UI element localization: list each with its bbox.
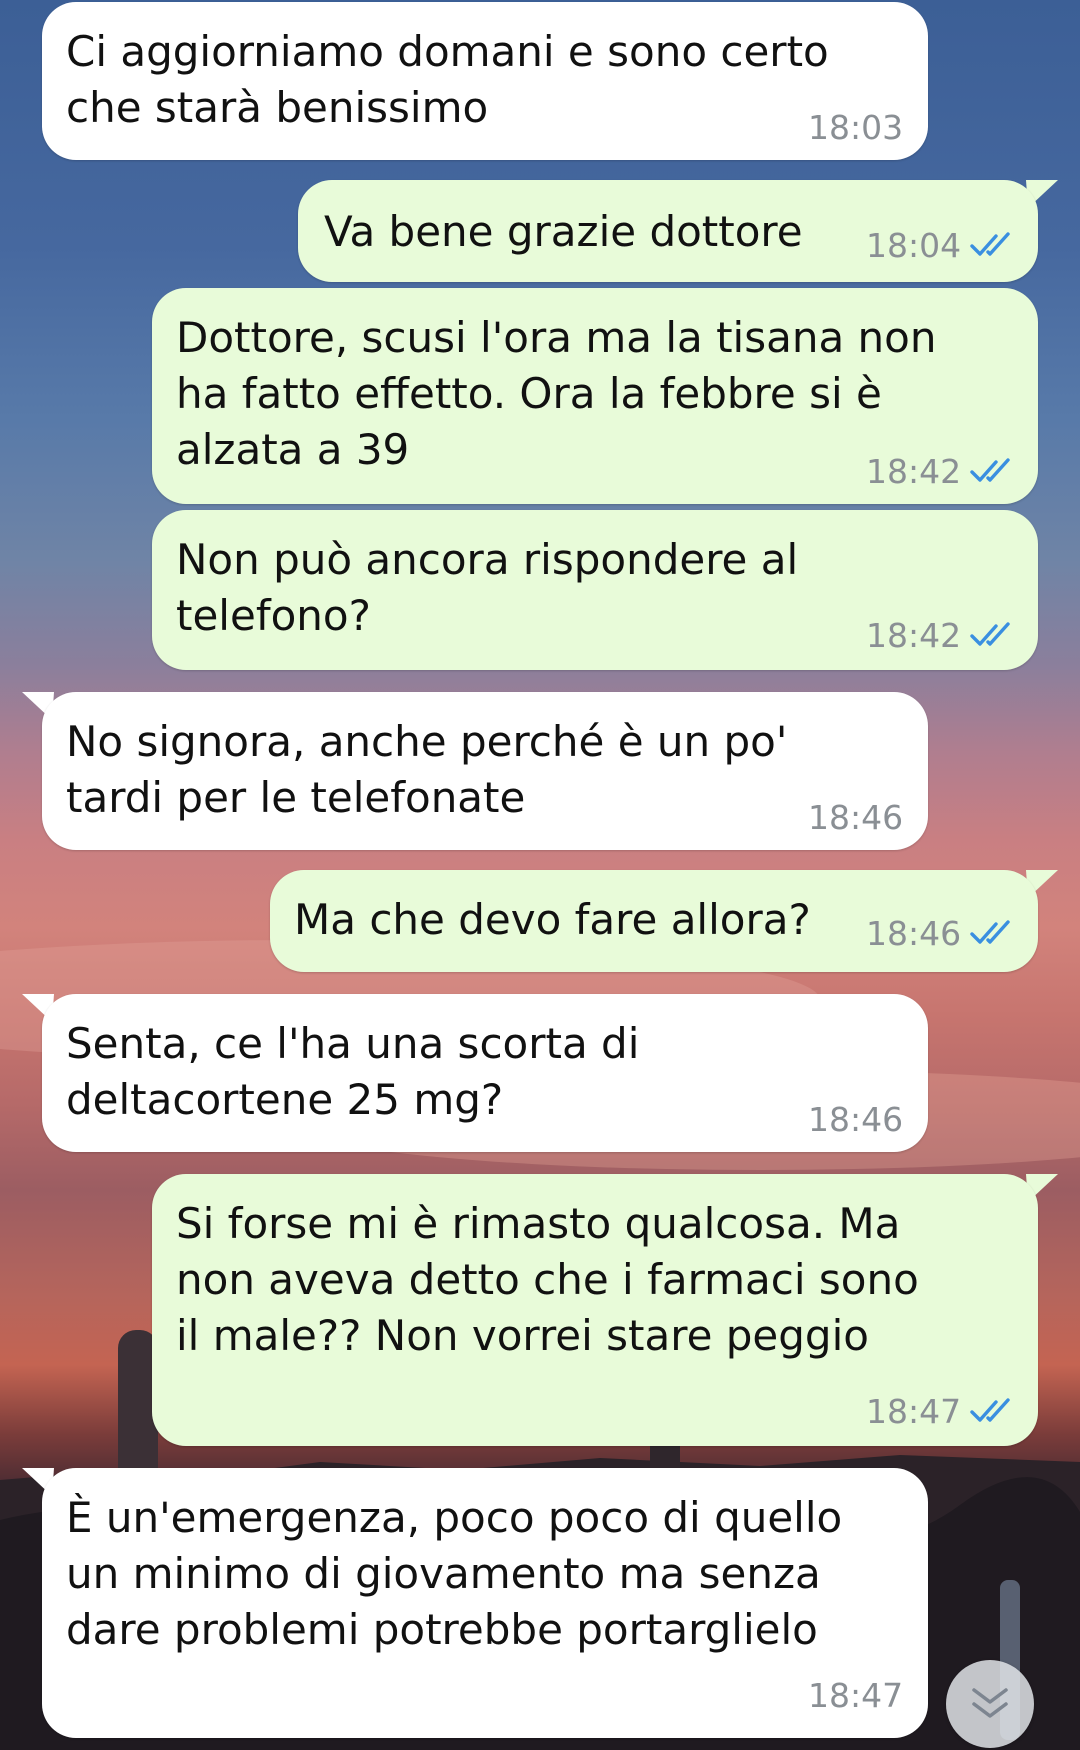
- message-timestamp: 18:42: [866, 616, 962, 655]
- message-timestamp: 18:47: [808, 1676, 904, 1715]
- message-timestamp: 18:03: [808, 108, 904, 147]
- message-timestamp: 18:42: [866, 452, 962, 491]
- read-receipt-icon: [970, 458, 1010, 482]
- message-text: Senta, ce l'ha una scorta di deltacorten…: [66, 1019, 640, 1124]
- message-timestamp: 18:04: [866, 226, 962, 265]
- message-text: Ma che devo fare allora?: [294, 895, 811, 944]
- message-timestamp: 18:46: [808, 798, 904, 837]
- message-text: Va bene grazie dottore: [324, 207, 803, 256]
- scroll-to-bottom-button[interactable]: [946, 1660, 1034, 1748]
- message-text: Ci aggiorniamo domani e sono certo che s…: [66, 27, 829, 132]
- double-chevron-down-icon: [972, 1688, 1008, 1718]
- message-text: Si forse mi è rimasto qualcosa. Ma non a…: [176, 1199, 919, 1360]
- message-text: Non può ancora rispondere al telefono?: [176, 535, 799, 640]
- message-text: È un'emergenza, poco poco di quello un m…: [66, 1493, 843, 1654]
- message-text: No signora, anche perché è un po' tardi …: [66, 717, 788, 822]
- read-receipt-icon: [970, 1398, 1010, 1422]
- message-timestamp: 18:46: [866, 914, 962, 953]
- message-text: Dottore, scusi l'ora ma la tisana non ha…: [176, 313, 937, 474]
- message-timestamp: 18:46: [808, 1100, 904, 1139]
- read-receipt-icon: [970, 232, 1010, 256]
- read-receipt-icon: [970, 622, 1010, 646]
- message-timestamp: 18:47: [866, 1392, 962, 1431]
- read-receipt-icon: [970, 920, 1010, 944]
